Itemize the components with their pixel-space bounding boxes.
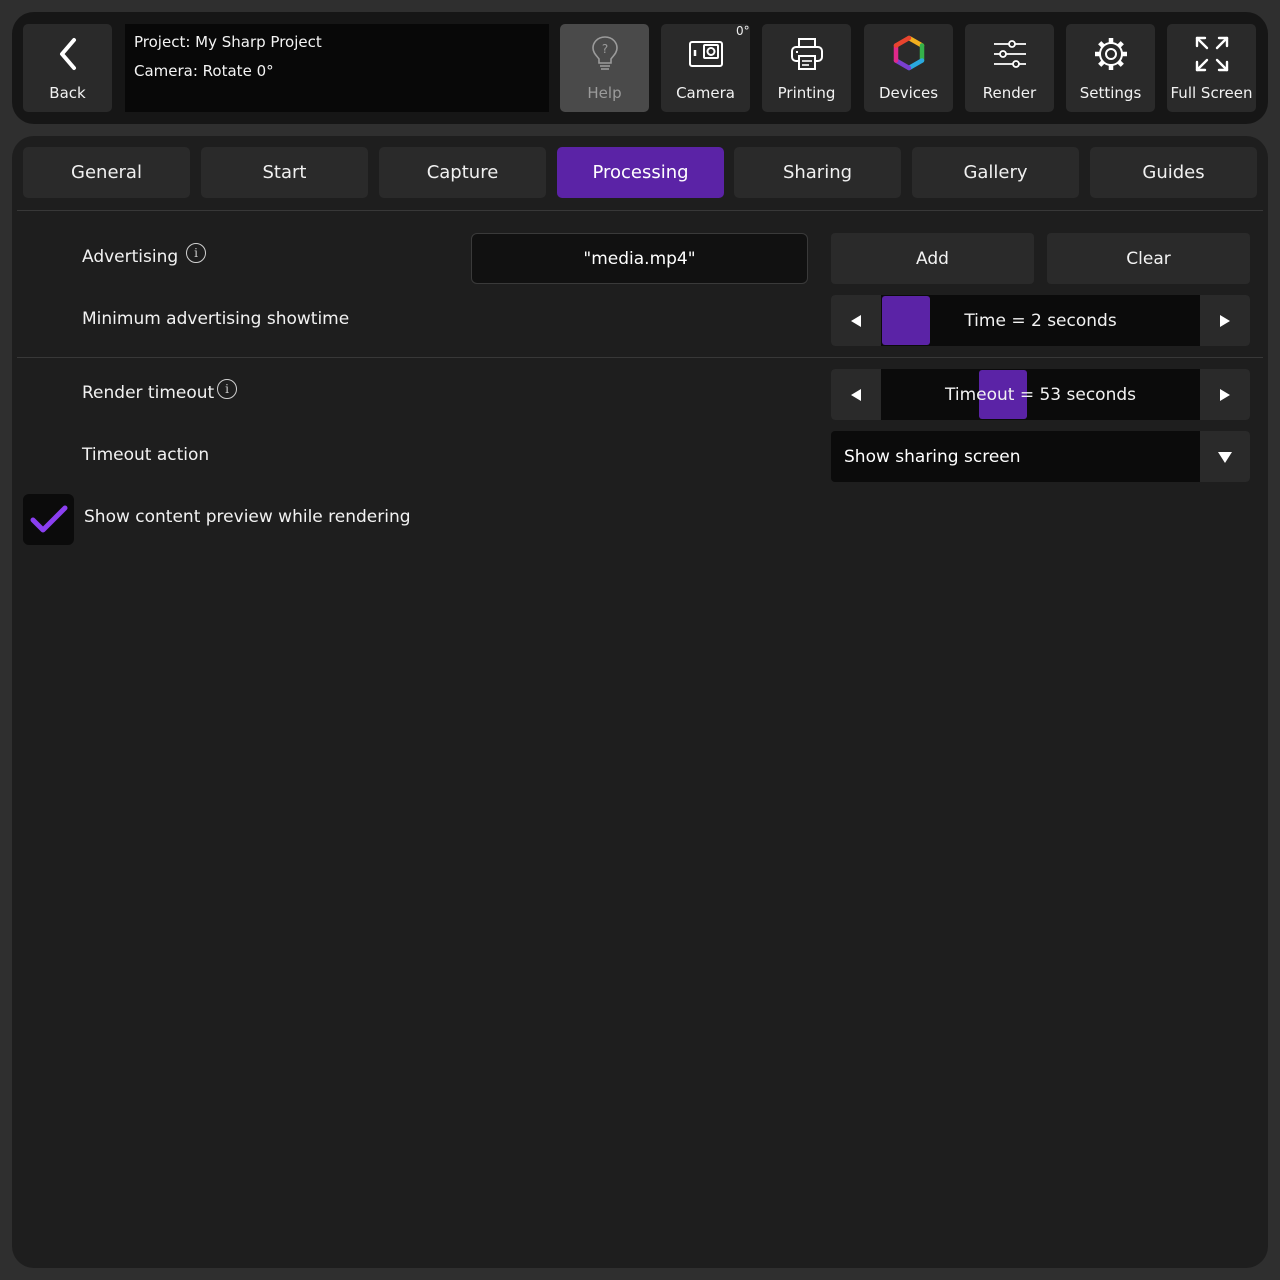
tab-guides[interactable]: Guides xyxy=(1090,147,1257,198)
min-showtime-stepper: Time = 2 seconds xyxy=(831,295,1250,346)
back-button[interactable]: Back xyxy=(23,24,112,112)
clear-button[interactable]: Clear xyxy=(1047,233,1250,284)
decrease-button[interactable] xyxy=(831,369,881,420)
arrow-left-icon xyxy=(851,314,861,327)
tab-gallery[interactable]: Gallery xyxy=(912,147,1079,198)
expand-icon xyxy=(1194,34,1230,74)
camera-rotation: Camera: Rotate 0° xyxy=(134,62,274,80)
dropdown-button[interactable] xyxy=(1200,431,1250,482)
checkmark-icon xyxy=(30,505,67,532)
fullscreen-label: Full Screen xyxy=(1170,84,1253,102)
chevron-down-icon xyxy=(1218,451,1232,463)
increase-button[interactable] xyxy=(1200,295,1250,346)
lightbulb-question-icon: ? xyxy=(590,34,620,74)
settings-label: Settings xyxy=(1079,84,1142,102)
printer-icon xyxy=(789,34,825,74)
divider xyxy=(17,210,1263,211)
min-showtime-track[interactable]: Time = 2 seconds xyxy=(881,295,1200,346)
timeout-action-value: Show sharing screen xyxy=(844,446,1021,467)
svg-text:?: ? xyxy=(601,42,607,56)
top-toolbar: Back Project: My Sharp Project Camera: R… xyxy=(12,12,1268,124)
sliders-icon xyxy=(992,34,1028,74)
min-showtime-value: Time = 2 seconds xyxy=(964,310,1117,331)
help-button[interactable]: ? Help xyxy=(560,24,649,112)
timeout-action-select[interactable]: Show sharing screen xyxy=(831,431,1250,482)
gear-icon xyxy=(1092,34,1130,74)
increase-button[interactable] xyxy=(1200,369,1250,420)
render-timeout-track[interactable]: Timeout = 53 seconds xyxy=(881,369,1200,420)
divider xyxy=(17,357,1263,358)
min-showtime-label: Minimum advertising showtime xyxy=(82,309,350,329)
devices-button[interactable]: Devices xyxy=(864,24,953,112)
help-label: Help xyxy=(587,84,622,102)
arrow-right-icon xyxy=(1220,314,1230,327)
settings-button[interactable]: Settings xyxy=(1066,24,1155,112)
add-button[interactable]: Add xyxy=(831,233,1034,284)
render-button[interactable]: Render xyxy=(965,24,1054,112)
decrease-button[interactable] xyxy=(831,295,881,346)
advertising-label: Advertising xyxy=(82,247,179,267)
arrow-right-icon xyxy=(1220,388,1230,401)
tab-general[interactable]: General xyxy=(23,147,190,198)
render-timeout-info-icon[interactable]: i xyxy=(217,379,237,399)
camera-rotation-badge: 0° xyxy=(736,24,750,38)
render-label: Render xyxy=(982,84,1037,102)
back-label: Back xyxy=(49,84,86,102)
tab-start[interactable]: Start xyxy=(201,147,368,198)
render-timeout-stepper: Timeout = 53 seconds xyxy=(831,369,1250,420)
timeout-action-label: Timeout action xyxy=(82,445,210,465)
settings-panel: General Start Capture Processing Sharing… xyxy=(12,136,1268,1268)
project-info-panel: Project: My Sharp Project Camera: Rotate… xyxy=(125,24,549,112)
project-name: Project: My Sharp Project xyxy=(134,33,322,51)
render-timeout-label: Render timeout xyxy=(82,383,215,403)
camera-icon xyxy=(688,34,724,74)
printing-button[interactable]: Printing xyxy=(762,24,851,112)
fullscreen-button[interactable]: Full Screen xyxy=(1167,24,1256,112)
devices-hexagon-icon xyxy=(891,34,927,74)
tab-sharing[interactable]: Sharing xyxy=(734,147,901,198)
tab-processing[interactable]: Processing xyxy=(557,147,724,198)
preview-checkbox[interactable] xyxy=(23,494,74,545)
arrow-left-icon xyxy=(851,388,861,401)
advertising-info-icon[interactable]: i xyxy=(186,243,206,263)
preview-checkbox-label: Show content preview while rendering xyxy=(84,507,411,527)
tab-capture[interactable]: Capture xyxy=(379,147,546,198)
printing-label: Printing xyxy=(777,84,836,102)
devices-label: Devices xyxy=(878,84,939,102)
camera-label: Camera xyxy=(676,84,735,102)
advertising-file-field[interactable]: "media.mp4" xyxy=(471,233,808,284)
render-timeout-value: Timeout = 53 seconds xyxy=(944,384,1137,405)
chevron-left-icon xyxy=(53,34,83,74)
